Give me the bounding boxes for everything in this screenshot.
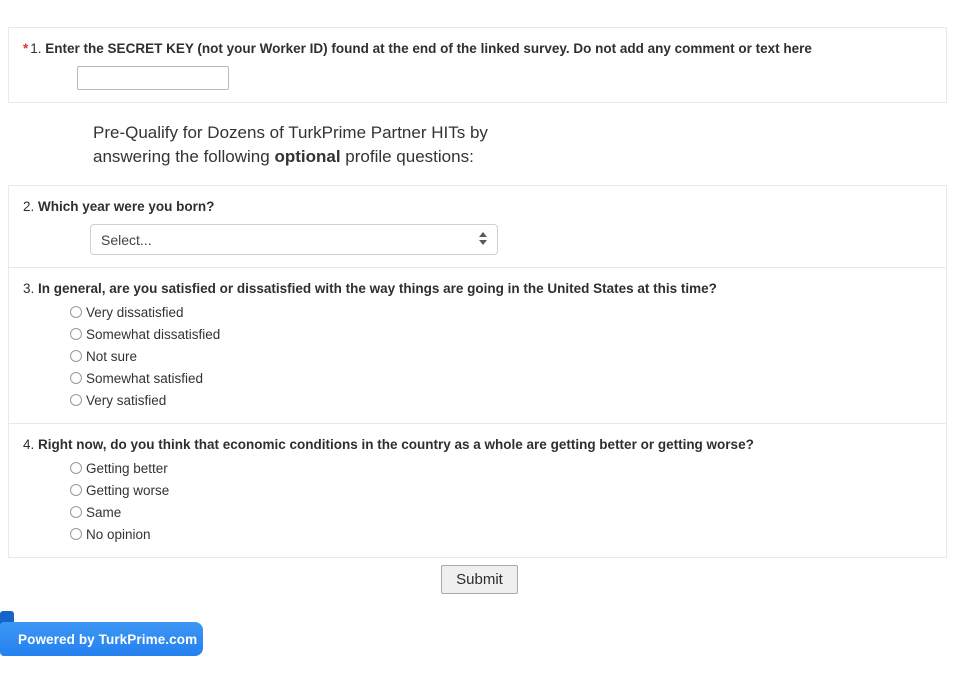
radio-button-icon[interactable] xyxy=(70,484,82,496)
secret-key-input[interactable] xyxy=(77,66,229,90)
intro-line-2: answering the following optional profile… xyxy=(93,145,947,169)
radio-option[interactable]: Very dissatisfied xyxy=(70,301,946,323)
radio-button-icon[interactable] xyxy=(70,372,82,384)
ribbon-body[interactable]: Powered by TurkPrime.com xyxy=(0,622,203,656)
radio-option-label: Very satisfied xyxy=(86,392,167,408)
radio-button-icon[interactable] xyxy=(70,462,82,474)
radio-option[interactable]: Somewhat dissatisfied xyxy=(70,323,946,345)
submit-row: Submit xyxy=(0,565,959,594)
intro-line-1: Pre-Qualify for Dozens of TurkPrime Part… xyxy=(93,123,488,142)
submit-button[interactable]: Submit xyxy=(441,565,518,594)
question-card-2: 2. Which year were you born? Select... xyxy=(8,185,947,268)
question-card-1: * 1. Enter the SECRET KEY (not your Worke… xyxy=(8,27,947,103)
question-4-block: 4. Right now, do you think that economic… xyxy=(9,424,946,557)
question-1-label: * 1. Enter the SECRET KEY (not your Worke… xyxy=(9,40,946,57)
radio-button-icon[interactable] xyxy=(70,328,82,340)
radio-option[interactable]: Same xyxy=(70,501,946,523)
radio-option-label: Same xyxy=(86,504,122,520)
radio-button-icon[interactable] xyxy=(70,506,82,518)
question-card-3: 3. In general, are you satisfied or diss… xyxy=(8,268,947,424)
survey-form: * 1. Enter the SECRET KEY (not your Worke… xyxy=(8,27,947,558)
question-3-options: Very dissatisfied Somewhat dissatisfied … xyxy=(9,301,946,411)
question-1-number: 1. xyxy=(30,41,42,56)
question-3-text: In general, are you satisfied or dissati… xyxy=(38,281,717,296)
question-3-number: 3. xyxy=(23,281,35,296)
question-2-block: 2. Which year were you born? Select... xyxy=(9,186,946,267)
question-3-block: 3. In general, are you satisfied or diss… xyxy=(9,268,946,423)
required-asterisk-icon: * xyxy=(23,41,29,56)
radio-option-label: Somewhat dissatisfied xyxy=(86,326,221,342)
powered-by-turkprime-badge[interactable]: Powered by TurkPrime.com xyxy=(0,611,212,663)
question-4-label: 4. Right now, do you think that economic… xyxy=(9,436,946,453)
question-2-label: 2. Which year were you born? xyxy=(9,198,946,215)
radio-button-icon[interactable] xyxy=(70,306,82,318)
radio-option-label: No opinion xyxy=(86,526,151,542)
radio-option-label: Getting worse xyxy=(86,482,170,498)
radio-option[interactable]: Somewhat satisfied xyxy=(70,367,946,389)
question-3-label: 3. In general, are you satisfied or diss… xyxy=(9,280,946,297)
radio-option[interactable]: Very satisfied xyxy=(70,389,946,411)
radio-option[interactable]: No opinion xyxy=(70,523,946,545)
radio-option-label: Not sure xyxy=(86,348,138,364)
question-4-options: Getting better Getting worse Same No opi… xyxy=(9,457,946,545)
radio-option[interactable]: Not sure xyxy=(70,345,946,367)
intro-line-2-before: answering the following xyxy=(93,147,275,166)
question-2-number: 2. xyxy=(23,199,35,214)
radio-option[interactable]: Getting worse xyxy=(70,479,946,501)
question-1-block: * 1. Enter the SECRET KEY (not your Worke… xyxy=(9,28,946,102)
birth-year-select-wrapper: Select... xyxy=(90,224,498,255)
question-4-text: Right now, do you think that economic co… xyxy=(38,437,754,452)
question-1-text: Enter the SECRET KEY (not your Worker ID… xyxy=(45,41,812,56)
question-card-4: 4. Right now, do you think that economic… xyxy=(8,424,947,558)
radio-option-label: Very dissatisfied xyxy=(86,304,184,320)
birth-year-select[interactable]: Select... xyxy=(90,224,498,255)
prequalify-intro: Pre-Qualify for Dozens of TurkPrime Part… xyxy=(8,103,947,185)
question-2-text: Which year were you born? xyxy=(38,199,215,214)
radio-option[interactable]: Getting better xyxy=(70,457,946,479)
radio-option-label: Somewhat satisfied xyxy=(86,370,204,386)
radio-button-icon[interactable] xyxy=(70,394,82,406)
intro-optional-emphasis: optional xyxy=(274,147,341,166)
radio-option-label: Getting better xyxy=(86,460,168,476)
radio-button-icon[interactable] xyxy=(70,350,82,362)
intro-line-2-after: profile questions: xyxy=(340,147,474,166)
question-4-number: 4. xyxy=(23,437,35,452)
radio-button-icon[interactable] xyxy=(70,528,82,540)
question-1-answer xyxy=(9,66,946,90)
powered-by-label: Powered by TurkPrime.com xyxy=(18,631,198,647)
